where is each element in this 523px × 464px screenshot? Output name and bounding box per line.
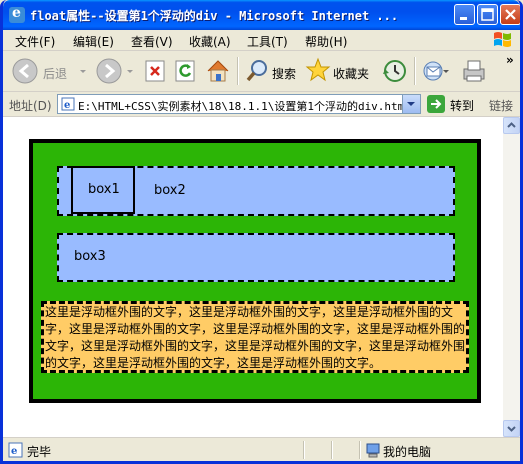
ie-logo-icon [9,5,25,23]
title-bar[interactable]: float属性--设置第1个浮动的div - Microsoft Interne… [3,0,520,30]
toolbar-separator [414,57,416,85]
forward-dropdown-icon[interactable] [125,57,135,85]
vertical-scrollbar[interactable] [503,117,520,437]
page-icon: e [61,97,75,111]
history-button[interactable] [381,57,409,85]
status-text: 完毕 [27,445,52,459]
back-label: 后退 [43,67,68,81]
back-button[interactable]: 后退 [11,57,71,85]
print-button[interactable] [459,57,487,85]
box2-row: box1 box2 [57,166,455,216]
menu-file[interactable]: 文件(F) [15,33,55,50]
stop-button[interactable] [144,57,168,85]
box1-float: box1 [71,166,135,214]
scroll-up-button[interactable] [503,117,520,134]
toolbar: 后退 搜索 收藏夹 » [3,51,520,92]
menu-help[interactable]: 帮助(H) [305,33,347,50]
chevron-up-icon [507,122,516,128]
paragraph-text: 这里是浮动框外围的文字，这里是浮动框外围的文字，这里是浮动框外围的文字，这里是浮… [41,301,469,373]
maximize-icon [481,8,494,21]
menu-view[interactable]: 查看(V) [131,33,173,50]
menu-tools[interactable]: 工具(T) [247,33,288,50]
scroll-down-button[interactable] [503,420,520,437]
forward-button[interactable] [95,57,123,85]
box3-row: box3 [57,233,455,282]
status-divider [331,441,333,459]
search-label: 搜索 [272,67,297,81]
status-bar: e 完毕 我的电脑 [3,437,520,461]
home-button[interactable] [204,57,232,85]
chevron-down-icon [507,426,516,432]
address-label: 地址(D) [9,99,52,113]
page-viewport: box1 box2 box3 这里是浮动框外围的文字，这里是浮动框外围的文字，这… [3,117,503,437]
favorites-button[interactable]: 收藏夹 [305,57,375,85]
browser-window: float属性--设置第1个浮动的div - Microsoft Interne… [0,0,523,464]
page-done-icon: e [8,442,23,458]
svg-text:e: e [11,446,17,457]
my-computer-icon [366,443,380,458]
go-arrow-icon[interactable] [427,95,445,113]
address-input[interactable]: e E:\HTML+CSS\实例素材\18\18.1.1\设置第1个浮动的div… [57,94,421,114]
box1-label: box1 [88,182,120,197]
refresh-button[interactable] [174,57,198,85]
maximize-button[interactable] [477,4,498,25]
father-container: box1 box2 box3 这里是浮动框外围的文字，这里是浮动框外围的文字，这… [29,139,481,403]
search-icon [246,60,267,82]
minimize-button[interactable] [454,4,475,25]
security-zone-label: 我的电脑 [383,445,432,459]
favorites-star-icon [305,57,331,82]
close-button[interactable] [500,4,520,25]
menu-bar: 文件(F) 编辑(E) 查看(V) 收藏(A) 工具(T) 帮助(H) [3,30,520,51]
box2-label: box2 [154,183,186,198]
links-label[interactable]: 链接 [489,97,513,114]
status-divider [303,441,305,459]
status-divider [359,441,361,459]
mail-button[interactable] [421,57,449,85]
address-bar: 地址(D) e E:\HTML+CSS\实例素材\18\18.1.1\设置第1个… [3,92,520,117]
toolbar-separator [237,57,239,85]
window-title: float属性--设置第1个浮动的div - Microsoft Interne… [30,9,399,23]
close-icon [505,9,516,20]
address-value: E:\HTML+CSS\实例素材\18\18.1.1\设置第1个浮动的div.h… [78,100,404,113]
favorites-label: 收藏夹 [333,67,370,81]
svg-text:e: e [64,100,70,111]
address-dropdown-button[interactable] [402,95,420,113]
menu-edit[interactable]: 编辑(E) [73,33,114,50]
windows-logo-icon [486,30,514,50]
box3-label: box3 [74,249,106,264]
toolbar-more-chevron[interactable]: » [506,53,514,67]
search-button[interactable]: 搜索 [246,57,302,85]
go-button[interactable]: 转到 [450,97,474,114]
menu-favorites[interactable]: 收藏(A) [189,33,231,50]
minimize-icon [460,17,467,20]
chevron-down-icon [407,102,415,106]
back-dropdown-icon[interactable] [78,57,88,85]
back-arrow-icon [12,58,38,84]
